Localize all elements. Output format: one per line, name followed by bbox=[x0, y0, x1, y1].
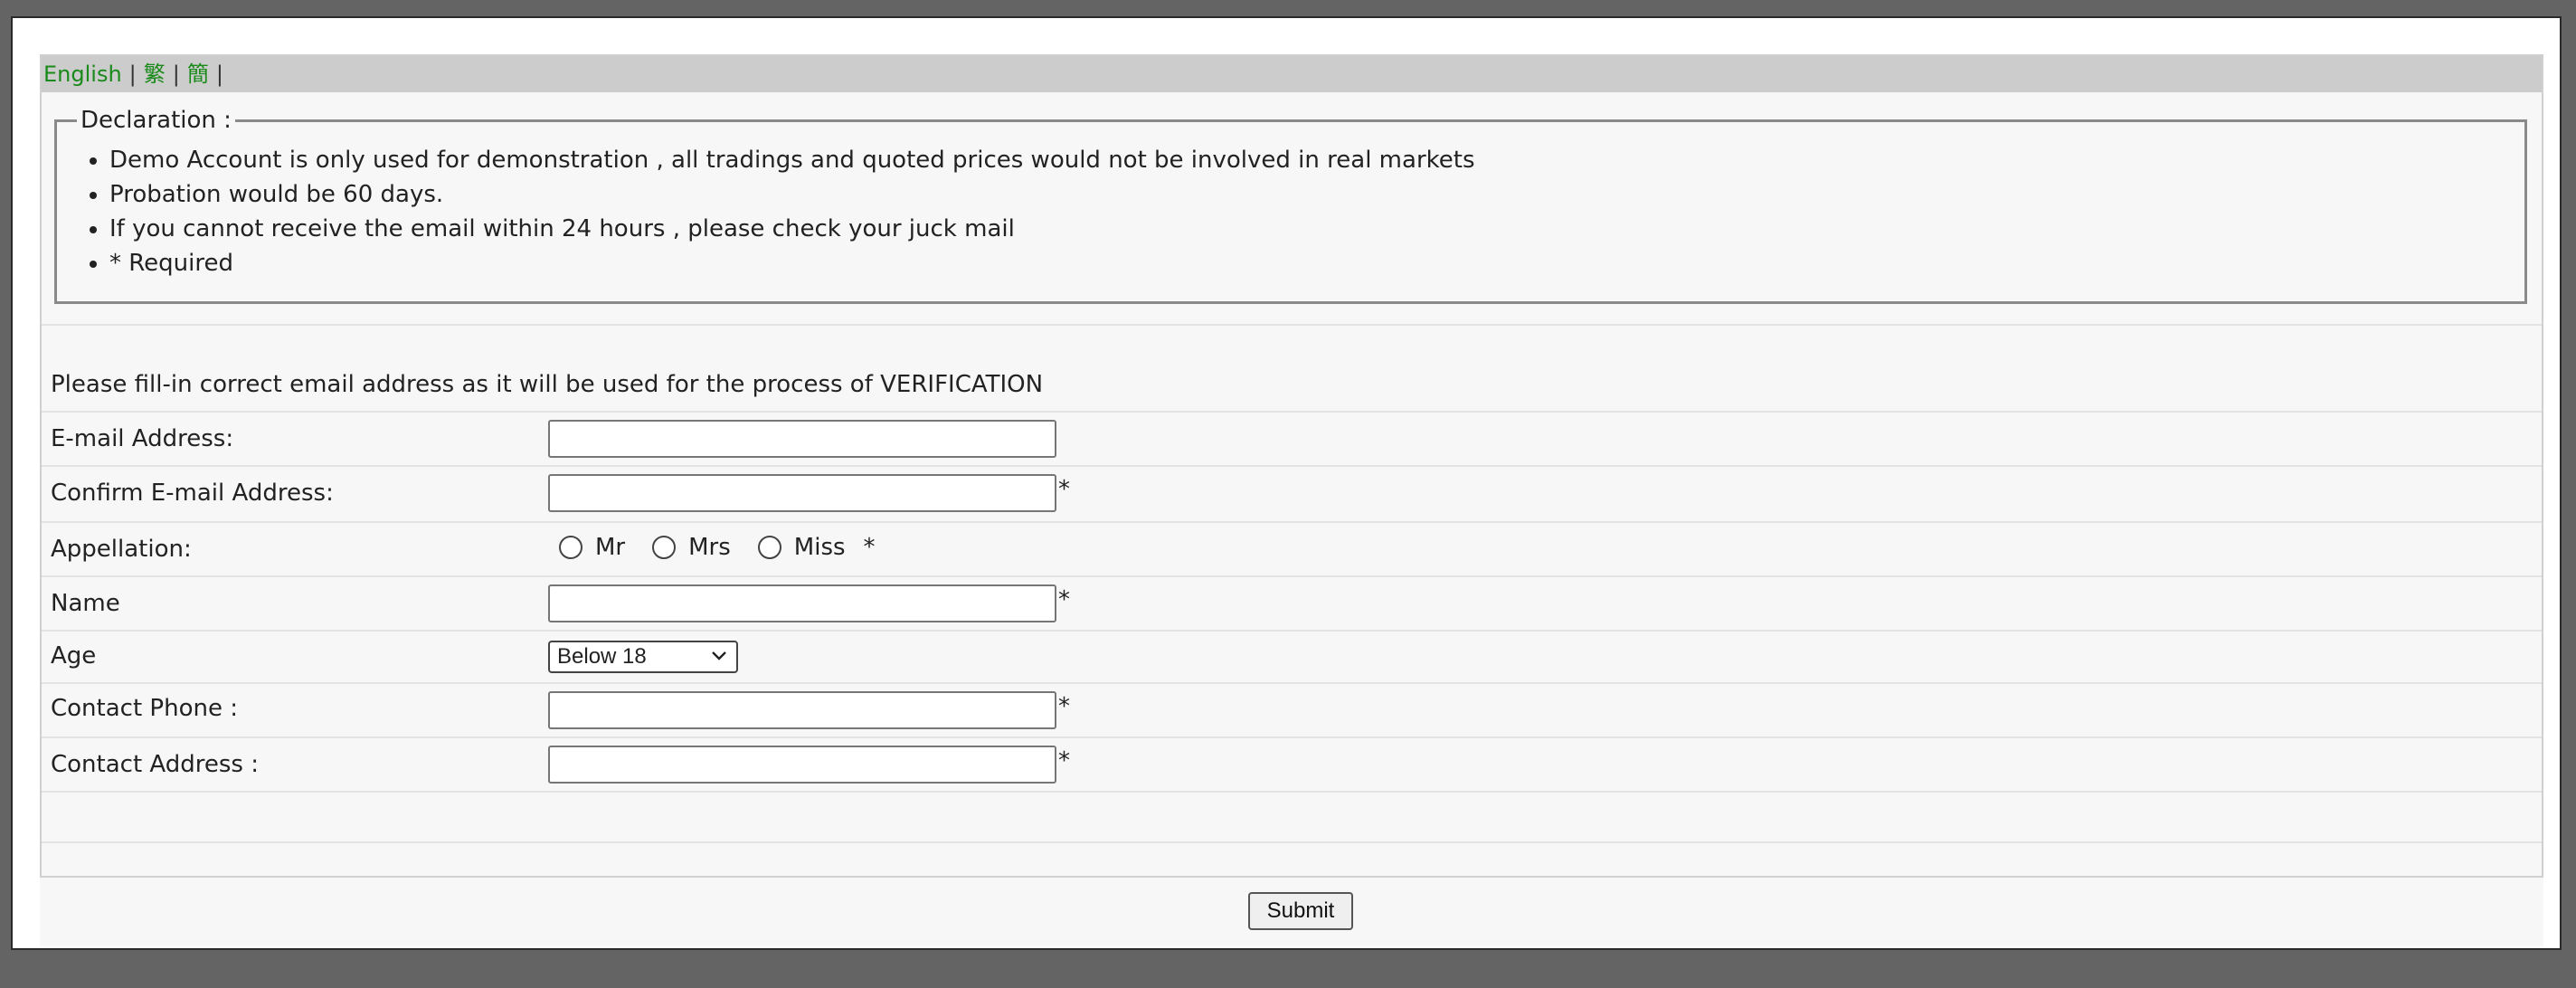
name-field[interactable] bbox=[548, 584, 1056, 622]
lang-english-link[interactable]: English bbox=[43, 62, 122, 87]
radio-mrs-label: Mrs bbox=[688, 534, 731, 561]
declaration-list: Demo Account is only used for demonstrat… bbox=[57, 143, 2524, 280]
appellation-label: Appellation: bbox=[51, 536, 192, 563]
lang-separator: | bbox=[172, 62, 180, 87]
declaration-item: If you cannot receive the email within 2… bbox=[109, 212, 2524, 246]
radio-miss-label: Miss bbox=[793, 534, 846, 561]
required-marker: * bbox=[1058, 586, 1070, 613]
declaration-legend: Declaration : bbox=[80, 107, 232, 134]
confirm-email-row: Confirm E-mail Address: * bbox=[42, 465, 2542, 521]
lang-separator: | bbox=[215, 62, 223, 87]
form-panel: English|繁|簡| Declaration : Demo Account … bbox=[40, 54, 2543, 878]
declaration-item: Probation would be 60 days. bbox=[109, 177, 2524, 212]
email-label: E-mail Address: bbox=[51, 425, 234, 452]
lang-traditional-link[interactable]: 繁 bbox=[144, 62, 166, 87]
required-marker: * bbox=[1058, 693, 1070, 720]
address-field[interactable] bbox=[548, 746, 1056, 784]
confirm-email-label: Confirm E-mail Address: bbox=[51, 480, 334, 507]
section-divider bbox=[42, 324, 2542, 326]
phone-row: Contact Phone : * bbox=[42, 682, 2542, 736]
required-marker: * bbox=[1058, 747, 1070, 774]
lang-simplified-link[interactable]: 簡 bbox=[187, 62, 209, 87]
name-label: Name bbox=[51, 590, 120, 617]
radio-mr-label: Mr bbox=[595, 534, 626, 561]
declaration-box: Declaration : Demo Account is only used … bbox=[54, 107, 2527, 304]
empty-row bbox=[42, 791, 2542, 841]
age-select[interactable]: Below 18 bbox=[548, 641, 738, 673]
email-field[interactable] bbox=[548, 420, 1056, 458]
confirm-email-field[interactable] bbox=[548, 474, 1056, 512]
verification-notice: Please fill-in correct email address as … bbox=[51, 371, 1044, 398]
declaration-item: * Required bbox=[109, 246, 2524, 280]
address-row: Contact Address : * bbox=[42, 736, 2542, 791]
appellation-radio-group: Mr Mrs Miss * bbox=[559, 534, 876, 561]
age-label: Age bbox=[51, 642, 97, 670]
submit-button[interactable]: Submit bbox=[1248, 892, 1353, 930]
submit-area: Submit bbox=[40, 878, 2543, 946]
required-marker: * bbox=[863, 534, 876, 561]
language-bar: English | 繁 | 簡 | bbox=[42, 56, 2542, 92]
declaration-item: Demo Account is only used for demonstrat… bbox=[109, 143, 2524, 177]
required-marker: * bbox=[1058, 476, 1070, 503]
age-row: Age Below 18 bbox=[42, 630, 2542, 682]
radio-miss[interactable] bbox=[757, 536, 781, 559]
radio-mr[interactable] bbox=[559, 536, 582, 559]
phone-field[interactable] bbox=[548, 691, 1056, 729]
lang-separator: | bbox=[128, 62, 137, 87]
chevron-down-icon bbox=[711, 648, 727, 667]
name-row: Name * bbox=[42, 575, 2542, 630]
age-selected-value: Below 18 bbox=[557, 644, 647, 669]
browser-frame: English|繁|簡| Declaration : Demo Account … bbox=[11, 16, 2562, 950]
phone-label: Contact Phone : bbox=[51, 695, 238, 722]
empty-row bbox=[42, 841, 2542, 876]
appellation-row: Appellation: Mr Mrs Miss * bbox=[42, 521, 2542, 575]
address-label: Contact Address : bbox=[51, 751, 259, 778]
radio-mrs[interactable] bbox=[652, 536, 677, 559]
email-row: E-mail Address: bbox=[42, 411, 2542, 465]
